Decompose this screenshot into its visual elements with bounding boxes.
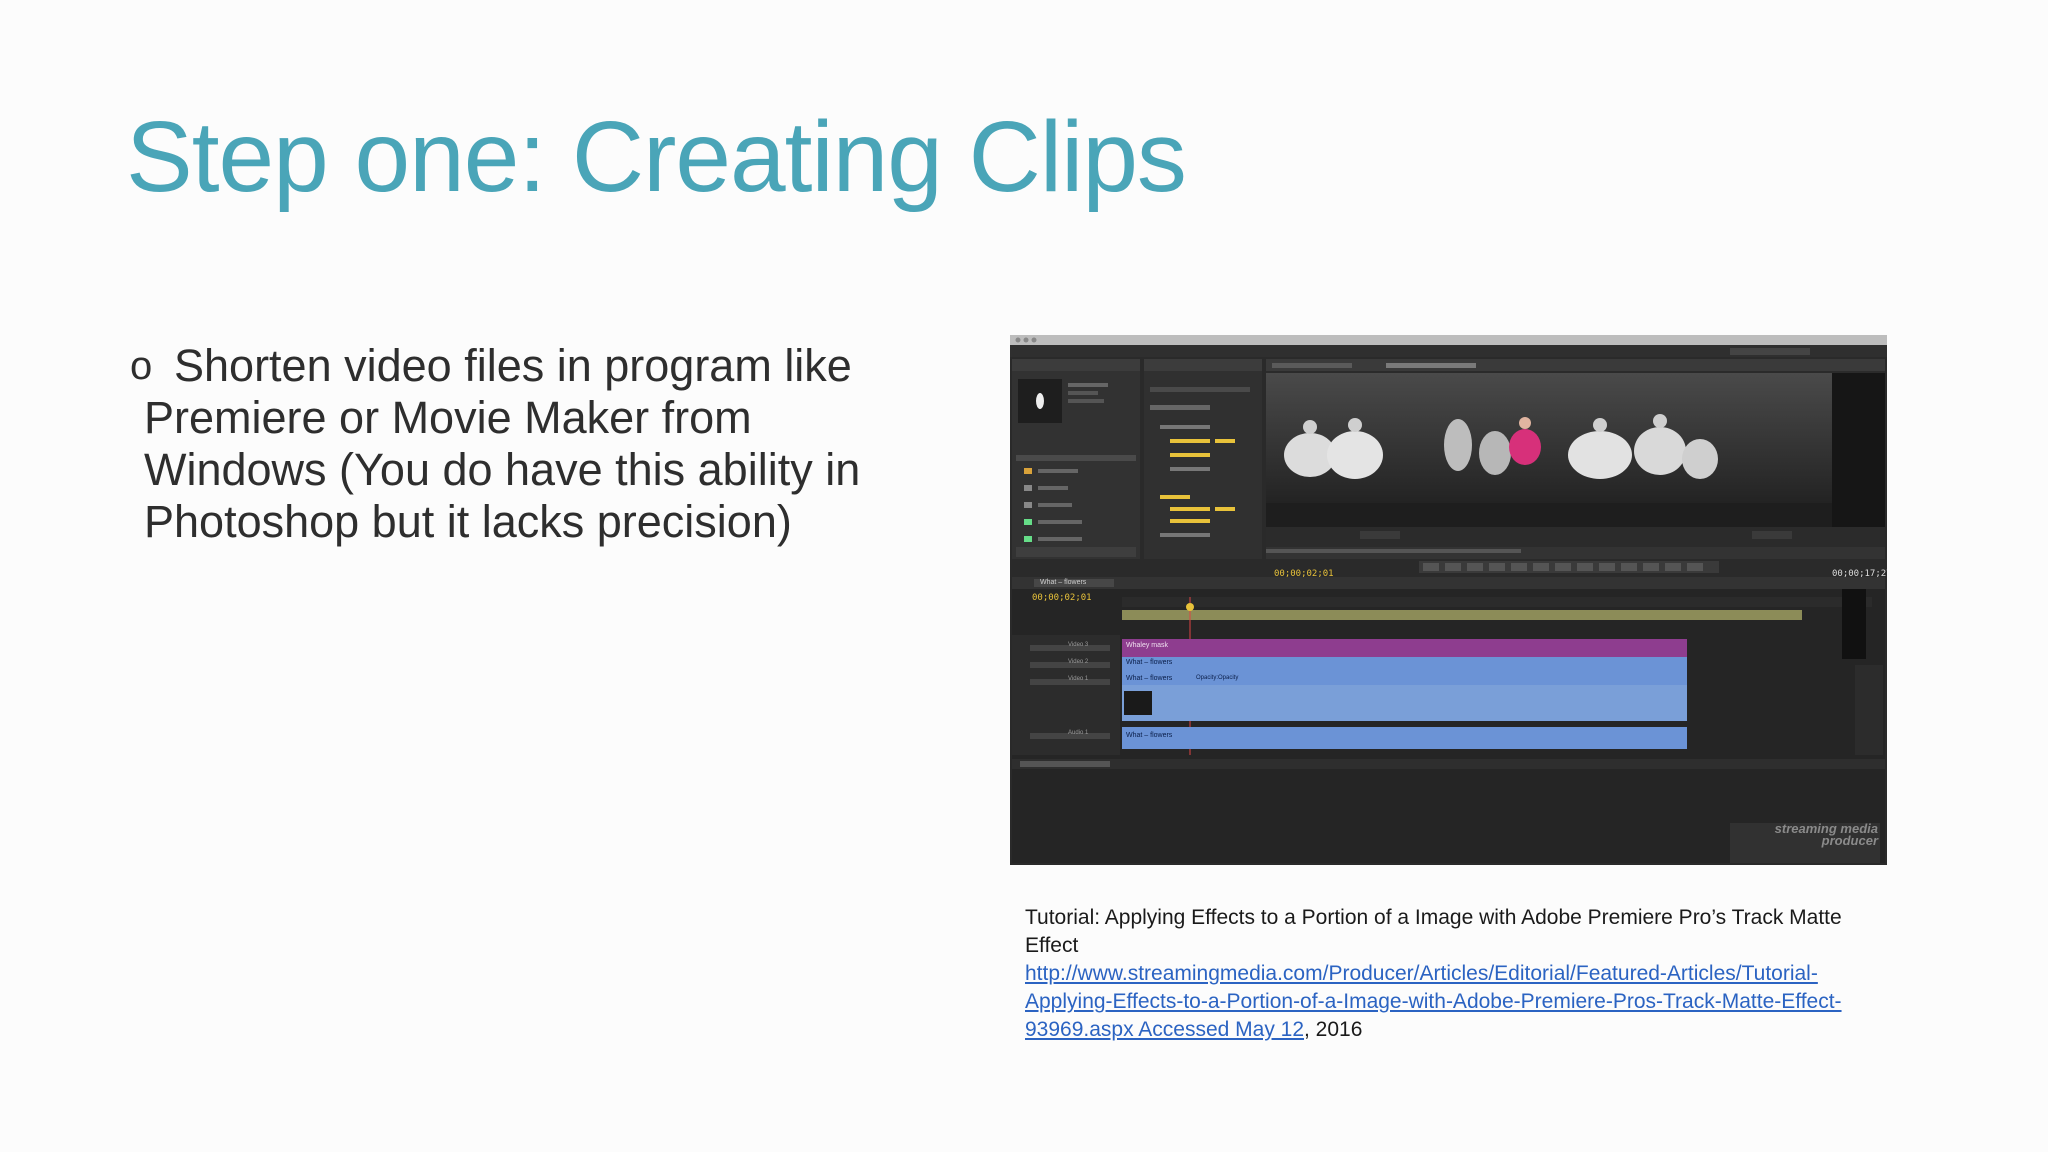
image-caption: Tutorial: Applying Effects to a Portion … (1025, 904, 1875, 1044)
bullet-item: o Shorten video files in program like Pr… (130, 340, 930, 548)
track-label-audio-1: Audio 1 (1068, 730, 1089, 736)
timecode-duration: 00;00;17;27 (1832, 569, 1887, 579)
slide-title: Step one: Creating Clips (126, 101, 1187, 213)
opacity-label: Opacity:Opacity (1196, 675, 1239, 681)
caption-title: Tutorial: Applying Effects to a Portion … (1025, 906, 1842, 957)
track-label-video-2: Video 2 (1068, 659, 1089, 665)
timeline-tab[interactable]: What – flowers (1040, 579, 1086, 586)
bullet-text: Shorten video files in program like Prem… (144, 340, 861, 547)
timeline-timecode: 00;00;02;01 (1032, 593, 1092, 603)
track-label-video-3: Video 3 (1068, 642, 1089, 648)
clip-what-flowers-v1[interactable]: What – flowers (1126, 675, 1172, 682)
timecode-current: 00;00;02;01 (1274, 569, 1334, 579)
watermark-logo: streaming media producer (1774, 821, 1878, 848)
caption-link[interactable]: http://www.streamingmedia.com/Producer/A… (1025, 962, 1842, 1041)
clip-what-flowers-v2[interactable]: What – flowers (1126, 659, 1172, 666)
track-label-video-1: Video 1 (1068, 676, 1089, 682)
bullet-marker: o (130, 344, 153, 388)
clip-what-flowers-a1[interactable]: What – flowers (1126, 732, 1172, 739)
premiere-screenshot: 00;00;02;01 00;00;17;27 00;00;02;01 What… (1010, 335, 1887, 865)
caption-year: , 2016 (1304, 1018, 1363, 1041)
clip-whaley-mask[interactable]: Whaley mask (1126, 642, 1168, 649)
caption-source: http://www.streamingmedia.com/Producer/A… (1025, 960, 1875, 1044)
